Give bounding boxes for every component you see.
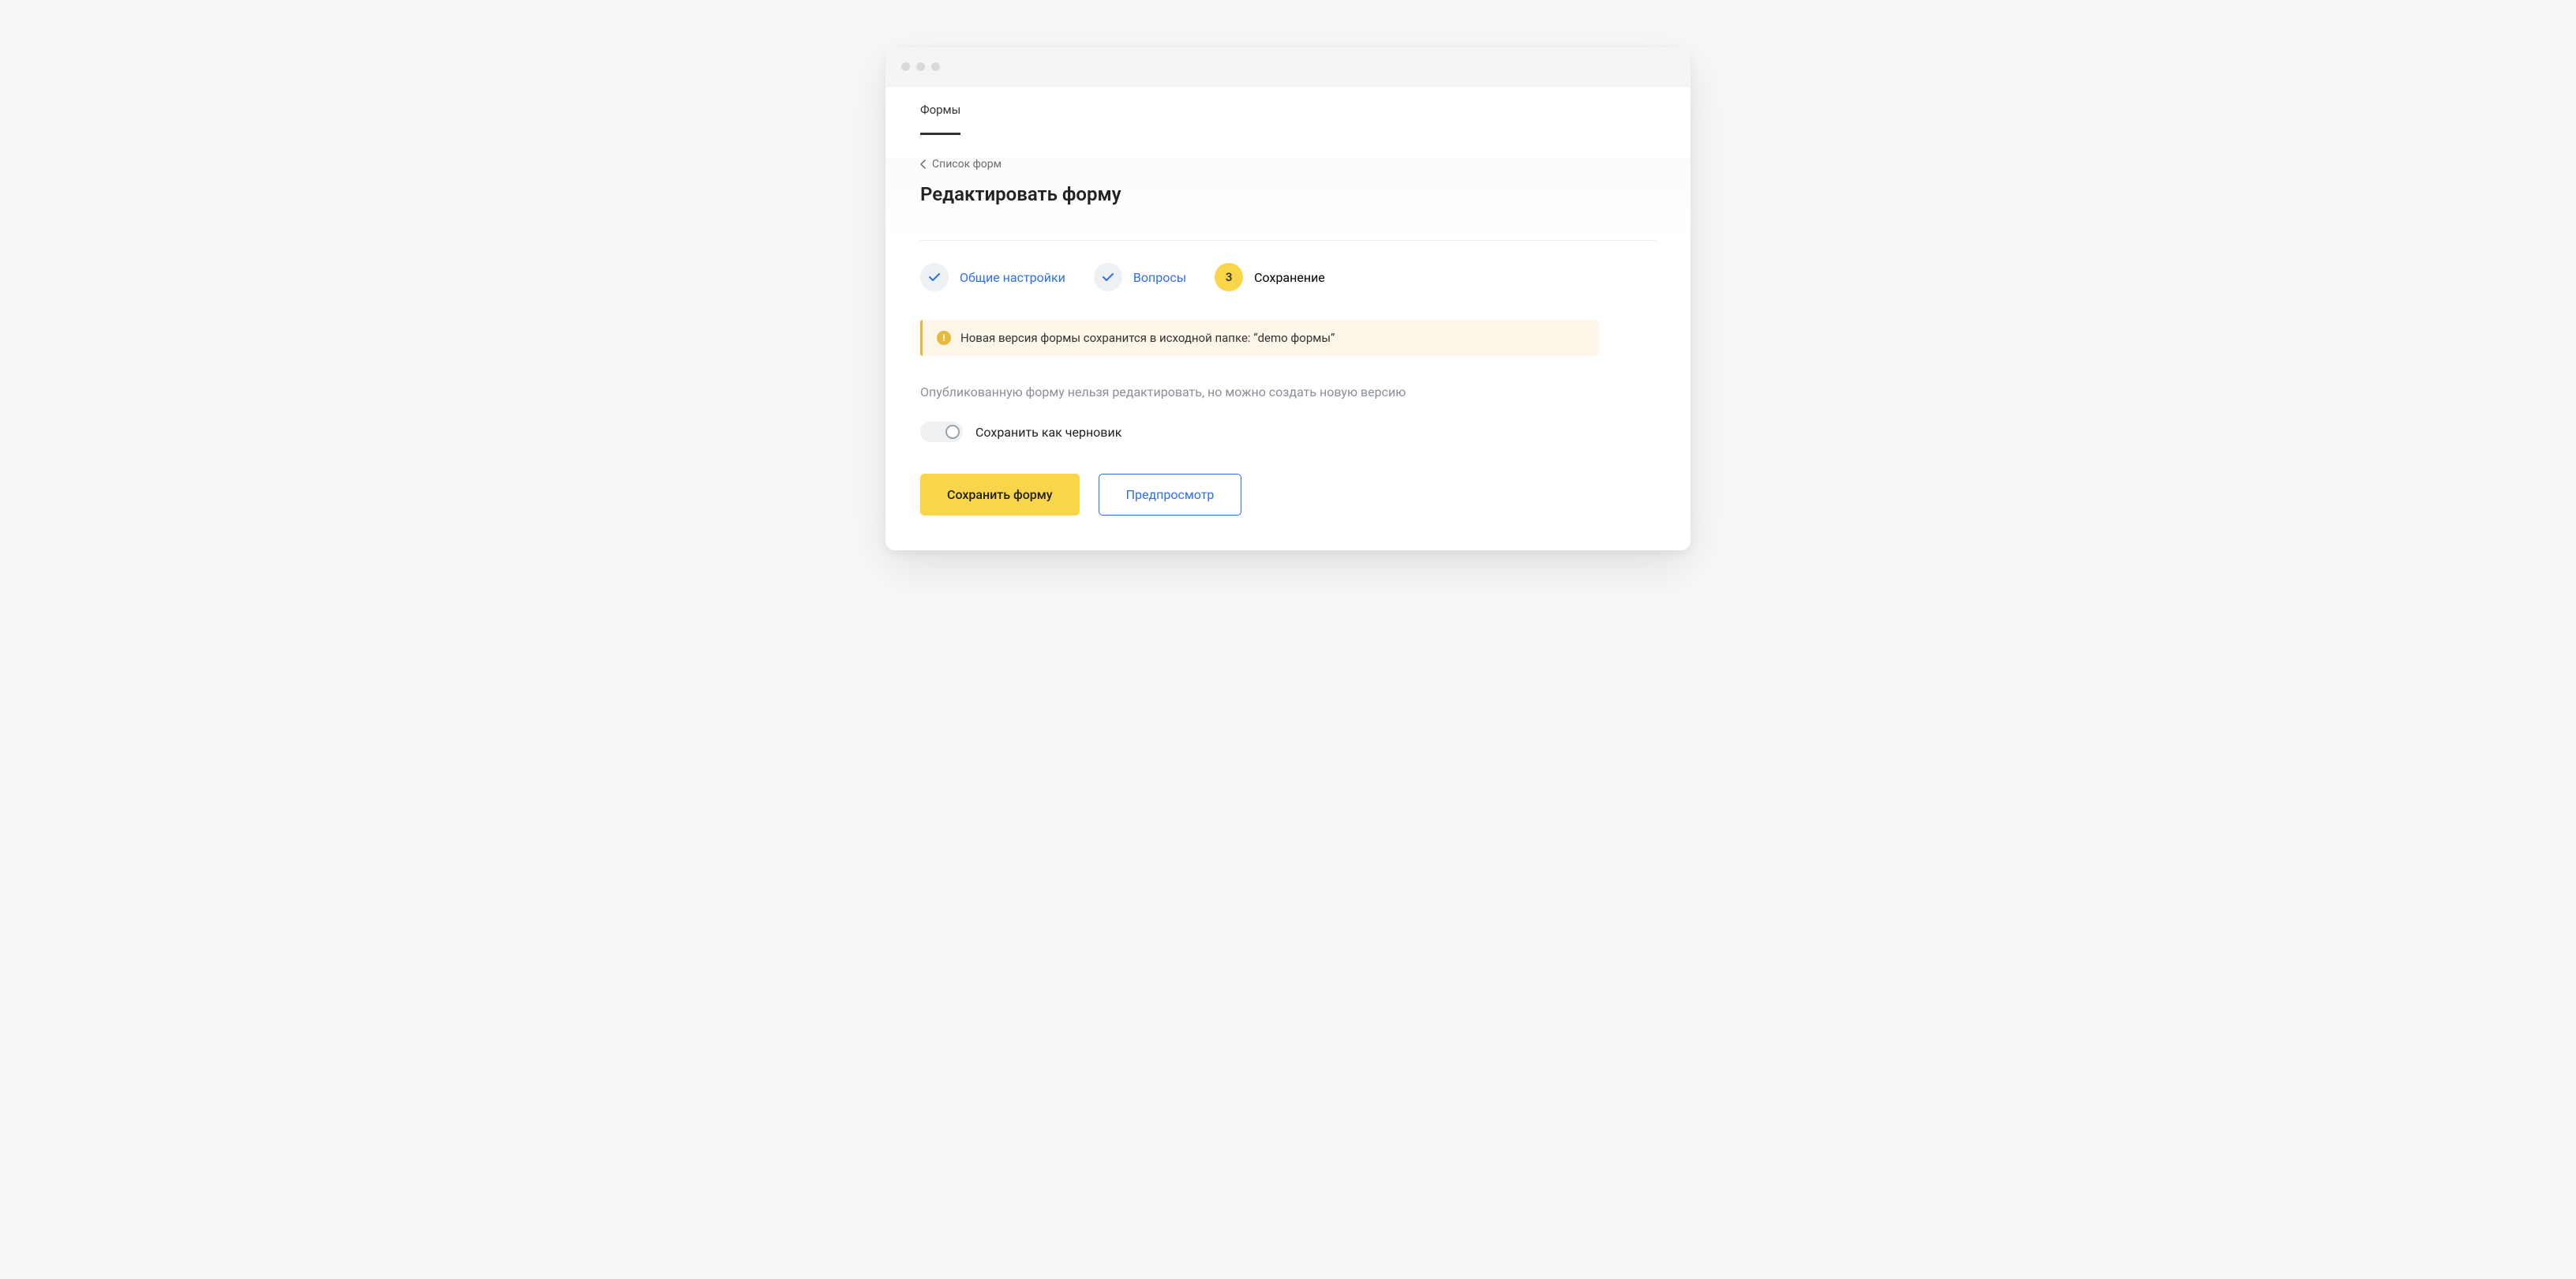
check-icon xyxy=(929,273,940,282)
step-current-badge: 3 xyxy=(1215,263,1243,291)
close-dot-icon[interactable] xyxy=(901,62,910,71)
step-label: Вопросы xyxy=(1133,270,1186,285)
check-icon xyxy=(1103,273,1114,282)
maximize-dot-icon[interactable] xyxy=(931,62,940,71)
breadcrumb-back[interactable]: Список форм xyxy=(920,158,1656,171)
chevron-left-icon xyxy=(920,159,926,169)
divider xyxy=(920,240,1656,241)
notice-text: Новая версия формы сохранится в исходной… xyxy=(960,331,1335,345)
step-label: Сохранение xyxy=(1254,270,1325,285)
page-title: Редактировать форму xyxy=(920,183,1656,205)
hint-text: Опубликованную форму нельзя редактироват… xyxy=(920,384,1656,399)
content-area: Список форм Редактировать форму Общие на… xyxy=(886,136,1690,550)
toggle-thumb-icon xyxy=(945,425,960,439)
preview-button[interactable]: Предпросмотр xyxy=(1099,474,1242,516)
save-form-button[interactable]: Сохранить форму xyxy=(920,474,1080,516)
window-titlebar xyxy=(886,47,1690,87)
step-done-badge xyxy=(920,263,949,291)
app-window: Формы Список форм Редактировать форму Об… xyxy=(886,47,1690,550)
stepper: Общие настройки Вопросы 3 Сохранение xyxy=(920,263,1656,291)
minimize-dot-icon[interactable] xyxy=(916,62,925,71)
step-questions[interactable]: Вопросы xyxy=(1094,263,1186,291)
tab-forms[interactable]: Формы xyxy=(920,87,960,135)
step-saving: 3 Сохранение xyxy=(1215,263,1325,291)
warning-icon: ! xyxy=(937,331,951,345)
save-as-draft-toggle[interactable] xyxy=(920,422,963,442)
traffic-lights xyxy=(901,62,940,71)
step-label: Общие настройки xyxy=(960,270,1065,285)
notice-banner: ! Новая версия формы сохранится в исходн… xyxy=(920,320,1599,356)
save-as-draft-toggle-row: Сохранить как черновик xyxy=(920,422,1656,442)
step-done-badge xyxy=(1094,263,1122,291)
header-block: Список форм Редактировать форму xyxy=(886,158,1690,240)
actions-row: Сохранить форму Предпросмотр xyxy=(920,474,1656,516)
step-general-settings[interactable]: Общие настройки xyxy=(920,263,1065,291)
top-tabs: Формы xyxy=(886,87,1690,136)
toggle-label: Сохранить как черновик xyxy=(975,425,1121,440)
breadcrumb-label: Список форм xyxy=(932,158,1002,171)
